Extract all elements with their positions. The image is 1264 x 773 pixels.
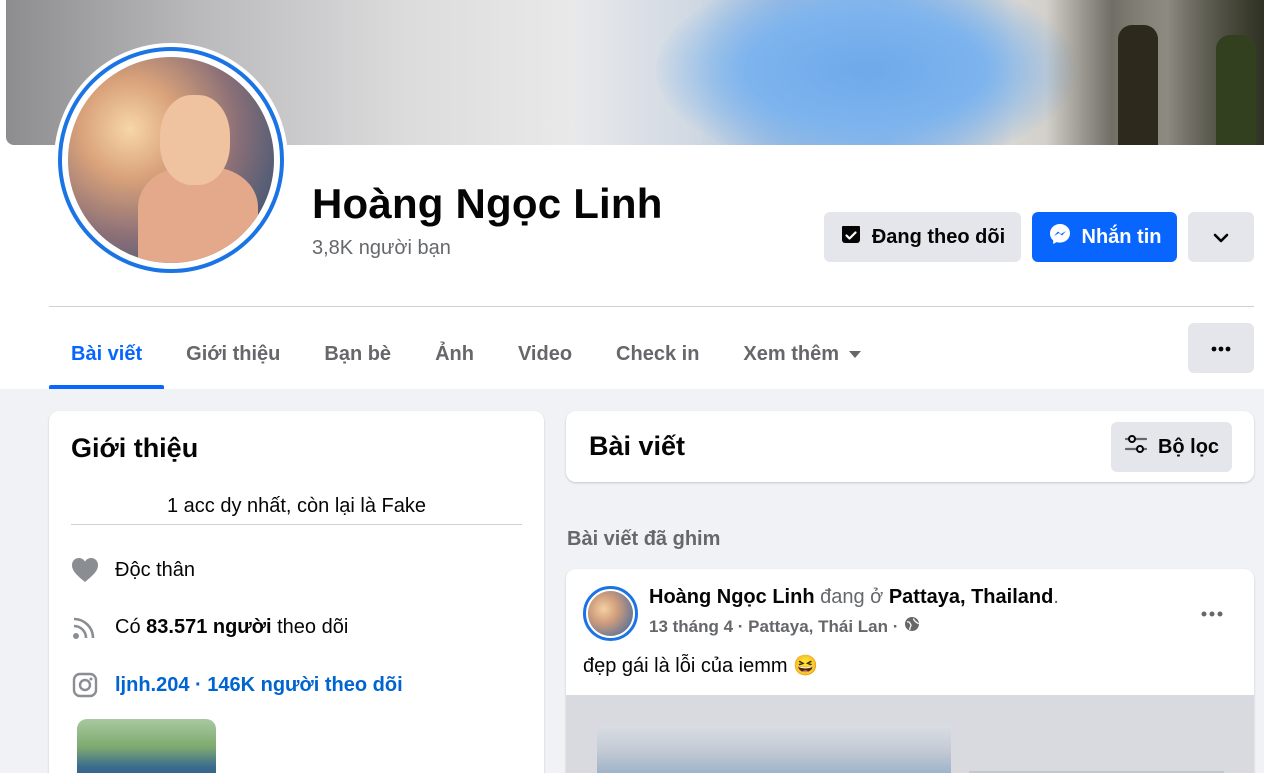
tabs-more-button[interactable] [1188, 323, 1254, 373]
tab-friends[interactable]: Bạn bè [302, 320, 413, 389]
posts-title: Bài viết [589, 431, 686, 461]
pinned-posts-label: Bài viết đã ghim [567, 528, 721, 550]
intro-divider [71, 524, 522, 525]
intro-followers: Có 83.571 người theo dõi [71, 613, 348, 641]
chevron-down-icon [1213, 226, 1229, 249]
profile-header: Hoàng Ngọc Linh 3,8K người bạn Đang theo… [0, 0, 1264, 389]
post-options-button[interactable] [1194, 595, 1230, 631]
post-header: Hoàng Ngọc Linh đang ở Pattaya, Thailand… [649, 586, 1059, 609]
profile-more-button[interactable] [1188, 212, 1254, 262]
intro-card: Giới thiệu 1 acc dy nhất, còn lại là Fak… [49, 411, 544, 773]
cover-photo-dress [656, 0, 1076, 145]
tab-label: Video [517, 343, 573, 365]
more-horizontal-icon [1211, 339, 1231, 357]
followers-prefix: Có [115, 615, 141, 638]
tab-videos[interactable]: Video [496, 320, 594, 389]
tab-label: Bạn bè [324, 343, 392, 365]
post-text: đẹp gái là lỗi của iemm 😆 [583, 655, 819, 677]
post-header-period: . [1053, 586, 1059, 608]
cover-bottle [1118, 25, 1158, 145]
avatar-photo-face [160, 95, 230, 185]
filter-sliders-icon [1124, 434, 1148, 460]
check-box-icon [840, 223, 862, 251]
posts-header-card: Bài viết Bộ lọc [566, 411, 1254, 482]
heart-icon [71, 556, 99, 584]
message-button[interactable]: Nhắn tin [1032, 212, 1177, 262]
following-button[interactable]: Đang theo dõi [824, 212, 1021, 262]
tab-posts[interactable]: Bài viết [49, 320, 165, 389]
globe-icon [904, 616, 920, 637]
rss-icon [71, 613, 99, 641]
post-action-text: đang ở [814, 586, 889, 608]
post-meta: 13 tháng 4 · Pattaya, Thái Lan · [649, 616, 920, 637]
messenger-icon [1048, 222, 1072, 252]
post-date[interactable]: 13 tháng 4 · Pattaya, Thái Lan · [649, 617, 898, 637]
post-author-name[interactable]: Hoàng Ngọc Linh [649, 586, 815, 608]
cover-bottle [1216, 35, 1256, 145]
tab-photos[interactable]: Ảnh [413, 320, 496, 389]
followers-suffix: theo dõi [277, 615, 349, 638]
following-button-label: Đang theo dõi [871, 225, 1006, 248]
friends-count[interactable]: 3,8K người bạn [312, 237, 451, 260]
pinned-post: Hoàng Ngọc Linh đang ở Pattaya, Thailand… [566, 569, 1254, 773]
header-divider [49, 306, 1254, 307]
profile-tabs: Bài viết Giới thiệu Bạn bè Ảnh Video Che… [49, 320, 883, 389]
filter-button-label: Bộ lọc [1157, 435, 1220, 458]
tab-checkins[interactable]: Check in [594, 320, 721, 389]
tab-label: Xem thêm [743, 343, 839, 365]
intro-title: Giới thiệu [71, 433, 199, 463]
instagram-icon [71, 671, 99, 699]
avatar-photo [68, 57, 274, 263]
post-author-avatar[interactable] [583, 586, 638, 641]
post-photo[interactable] [597, 725, 951, 773]
followers-count[interactable]: 83.571 người [146, 616, 271, 639]
more-horizontal-icon [1201, 604, 1223, 622]
story-ring [58, 47, 284, 273]
tab-label: Bài viết [71, 343, 143, 365]
instagram-link[interactable]: ljnh.204 · 146K người theo dõi [115, 674, 403, 697]
caret-down-icon [849, 351, 861, 358]
post-author-photo [588, 591, 633, 636]
tab-see-more[interactable]: Xem thêm [721, 320, 883, 389]
post-media[interactable] [566, 695, 1254, 773]
profile-avatar[interactable] [54, 43, 288, 277]
tab-about[interactable]: Giới thiệu [164, 320, 302, 389]
intro-bio: 1 acc dy nhất, còn lại là Fake [166, 495, 427, 517]
intro-relationship: Độc thân [71, 556, 195, 584]
tab-label: Check in [616, 343, 700, 365]
tab-label: Ảnh [435, 343, 474, 365]
relationship-text: Độc thân [115, 558, 196, 581]
filter-button[interactable]: Bộ lọc [1111, 422, 1232, 472]
intro-instagram: ljnh.204 · 146K người theo dõi [71, 671, 403, 699]
featured-photo[interactable] [77, 719, 216, 773]
profile-name: Hoàng Ngọc Linh [312, 180, 663, 227]
post-location-link[interactable]: Pattaya, Thailand [889, 586, 1054, 608]
message-button-label: Nhắn tin [1081, 225, 1162, 248]
tab-label: Giới thiệu [186, 343, 281, 365]
